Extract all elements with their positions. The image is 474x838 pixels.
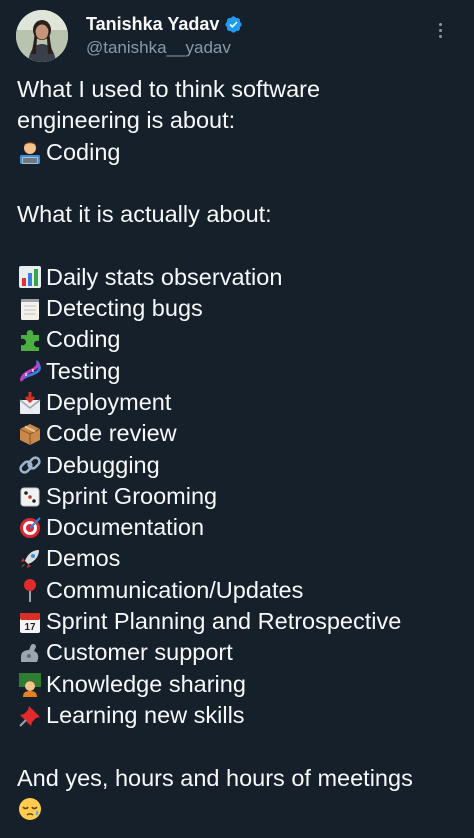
intro-item: Coding [17,137,462,168]
list-item-text: Testing [46,357,121,384]
name-row: Tanishka Yadav [86,13,243,35]
sleepy-face-emoji-icon [17,796,43,822]
svg-text:17: 17 [24,622,36,633]
user-handle[interactable]: @tanishka__yadav [86,37,243,59]
pushpin-emoji-icon [17,703,43,729]
intro-line: engineering is about: [17,105,462,136]
list-item: Customer support [17,637,462,668]
list-item: Learning new skills [17,700,462,731]
more-options-icon[interactable] [428,18,452,42]
list-item-text: Daily stats observation [46,263,283,290]
list-item: Demos [17,543,462,574]
teacher-emoji-icon [17,671,43,698]
intro-line-2: engineering is about: [17,107,236,134]
list-item-text: Demos [46,545,121,572]
more-dot [438,34,442,38]
list-item-text: Learning new skills [46,701,245,728]
intro-line: What I used to think software [17,74,462,105]
list-item-text: Knowledge sharing [46,670,246,697]
intro-item-text: Coding [46,138,121,165]
target-emoji-icon [17,515,43,541]
closing-line-text: And yes, hours and hours of meetings [17,764,413,791]
list-item-text: Communication/Updates [46,576,304,603]
actual-heading-text: What it is actually about: [17,201,272,228]
bar-chart-emoji-icon [17,264,43,290]
list-item: 17 Sprint Planning and Retrospective [17,606,462,637]
round-pushpin-emoji-icon [17,577,43,603]
tweet: Tanishka Yadav @tanishka__yadav What I u… [0,0,474,838]
list-item: Testing [17,356,462,387]
notepad-emoji-icon [17,296,43,322]
tweet-text: What I used to think software engineerin… [17,74,462,825]
list-item: Deployment [17,387,462,418]
list-item-text: Customer support [46,639,233,666]
package-emoji-icon [17,421,43,447]
list-item: Sprint Grooming [17,481,462,512]
closing-emoji-line [17,794,462,825]
mechanical-arm-emoji-icon [17,640,43,666]
verified-badge-icon [224,15,243,34]
list-item-text: Coding [46,326,121,353]
envelope-arrow-emoji-icon [17,390,43,416]
list-item: Detecting bugs [17,293,462,324]
list-item-text: Detecting bugs [46,295,203,322]
link-emoji-icon [17,452,43,478]
list-item: Coding [17,324,462,355]
closing-line: And yes, hours and hours of meetings [17,763,462,794]
puzzle-piece-emoji-icon [17,327,43,353]
tweet-header: Tanishka Yadav @tanishka__yadav [16,8,458,64]
list-item: Daily stats observation [17,262,462,293]
list-item-text: Sprint Planning and Retrospective [46,608,402,635]
list-item-text: Sprint Grooming [46,482,218,509]
avatar[interactable] [16,10,68,62]
rocket-emoji-icon [17,546,43,572]
more-dot [438,22,442,26]
display-name[interactable]: Tanishka Yadav [86,13,219,35]
list-item-text: Deployment [46,388,172,415]
actual-heading: What it is actually about: [17,199,462,230]
list-item: Code review [17,418,462,449]
dna-emoji-icon [17,358,43,384]
list-item: Debugging [17,450,462,481]
list-item: Communication/Updates [17,575,462,606]
list-item: Knowledge sharing [17,669,462,700]
calendar-emoji-icon: 17 [17,609,43,635]
list-item-text: Code review [46,420,177,447]
user-info: Tanishka Yadav @tanishka__yadav [86,13,243,59]
technologist-emoji-icon [17,139,43,165]
dice-emoji-icon [17,484,43,510]
more-dot [438,28,442,32]
list-item-text: Debugging [46,451,160,478]
list-item-text: Documentation [46,514,205,541]
list-item: Documentation [17,512,462,543]
intro-line-1: What I used to think software [17,76,321,102]
